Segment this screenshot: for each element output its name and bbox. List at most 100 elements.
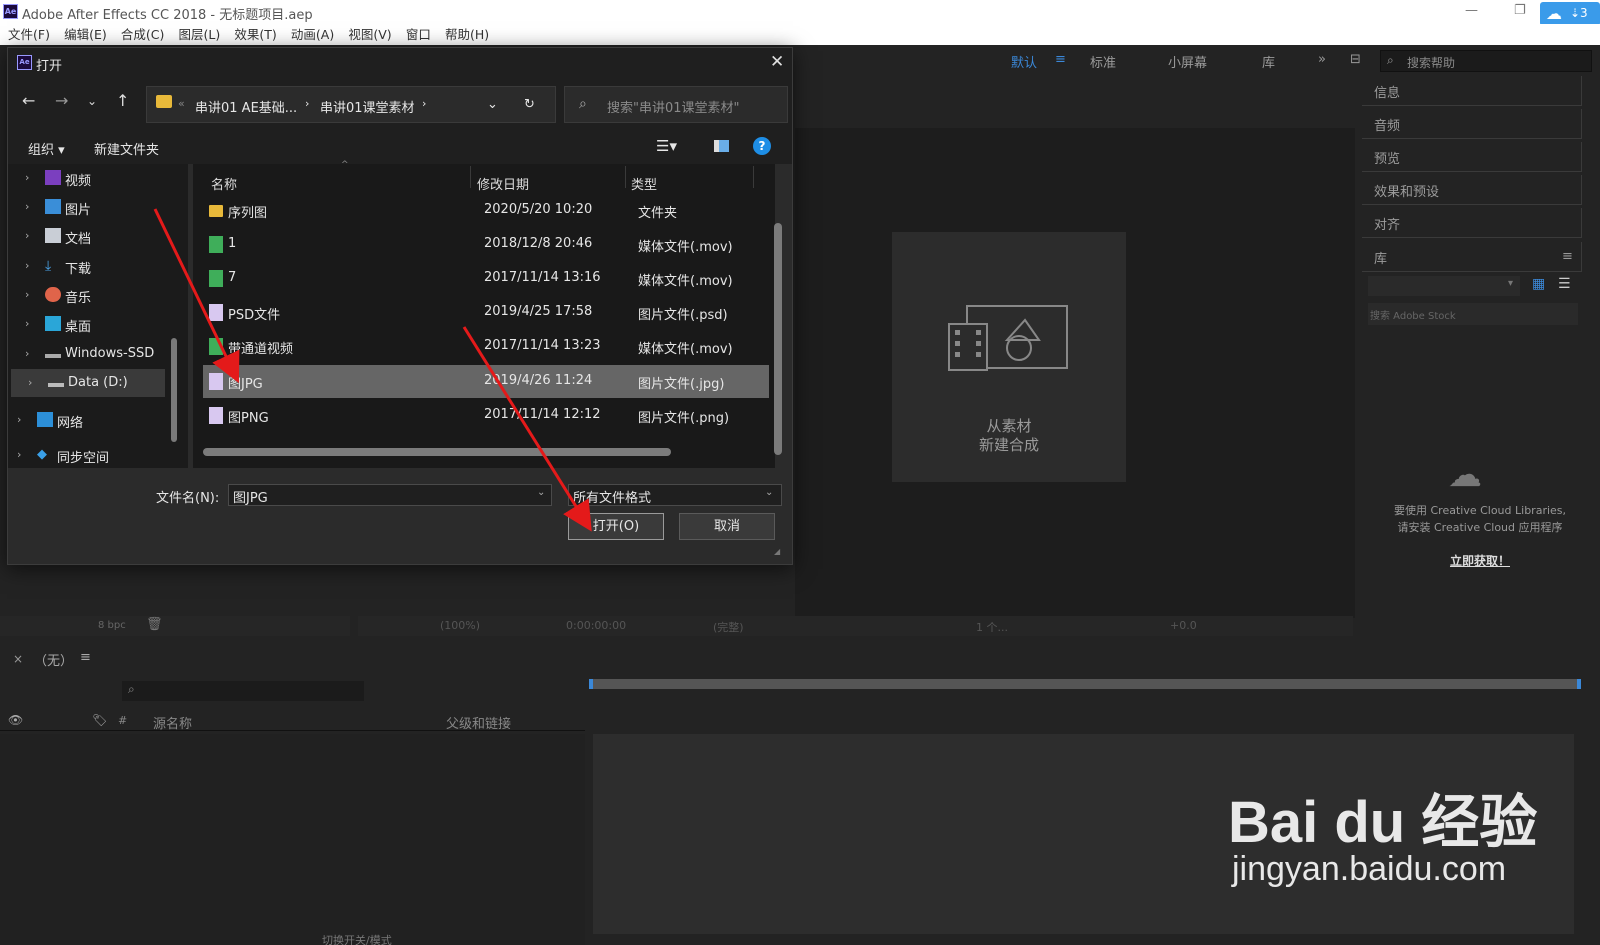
new-folder-button[interactable]: 新建文件夹 (94, 139, 159, 158)
timeline-close-icon[interactable]: × (13, 652, 23, 666)
nav-item-downloads[interactable]: › ⤓ 下载 (8, 252, 178, 280)
chevron-right-icon[interactable]: › (25, 229, 29, 242)
workspace-standard[interactable]: 标准 (1090, 52, 1116, 71)
nav-item-sync-space[interactable]: › ◆ 同步空间 (0, 441, 170, 465)
nav-item-pictures[interactable]: › 图片 (8, 193, 178, 221)
chevron-right-icon[interactable]: › (25, 347, 29, 360)
nav-item-desktop[interactable]: › 桌面 (8, 310, 178, 338)
new-comp-from-footage[interactable]: 从素材 新建合成 (892, 232, 1126, 482)
chevron-right-icon[interactable]: › (17, 413, 21, 426)
menu-layer[interactable]: 图层(L) (179, 24, 221, 45)
grid-view-icon[interactable]: ▦ (1532, 276, 1545, 292)
workspace-small-screen[interactable]: 小屏幕 (1168, 52, 1207, 71)
help-search-input[interactable]: ⌕ 搜索帮助 (1380, 50, 1592, 72)
view-count-dropdown[interactable]: 1 个... (976, 619, 1008, 635)
breadcrumb-separator-icon[interactable]: › (422, 97, 426, 110)
work-area-bar[interactable] (589, 679, 1581, 689)
workspace-default[interactable]: 默认 (1011, 52, 1037, 71)
menu-edit[interactable]: 编辑(E) (64, 24, 107, 45)
menu-help[interactable]: 帮助(H) (445, 24, 489, 45)
trash-icon[interactable]: 🗑 (146, 617, 163, 632)
file-row-alpha-video[interactable]: 带通道视频 2017/11/14 13:23 媒体文件(.mov) (203, 330, 769, 363)
library-select[interactable]: ▾ (1368, 276, 1520, 296)
menu-animation[interactable]: 动画(A) (291, 24, 334, 45)
file-row-sequence[interactable]: 序列图 2020/5/20 10:20 文件夹 (203, 194, 769, 227)
nav-item-data-d[interactable]: › Data (D:) (11, 369, 165, 397)
address-dropdown-icon[interactable]: ⌄ (487, 97, 498, 112)
cc-get-now-link[interactable]: 立即获取！ (1380, 552, 1580, 569)
breadcrumb-item-2[interactable]: 串讲01课堂素材 (320, 97, 415, 116)
menu-window[interactable]: 窗口 (406, 24, 431, 45)
panel-libraries[interactable]: 库 (1362, 242, 1582, 272)
menu-file[interactable]: 文件(F) (8, 24, 50, 45)
column-divider[interactable] (470, 166, 471, 188)
creative-cloud-button[interactable]: ☁ ⇣3 (1540, 2, 1600, 26)
menu-composition[interactable]: 合成(C) (121, 24, 164, 45)
visibility-eye-icon[interactable]: 👁 (8, 713, 23, 727)
close-icon[interactable]: ✕ (770, 52, 784, 72)
panel-info[interactable]: 信息 (1362, 76, 1582, 106)
workspace-overflow-icon[interactable]: » (1318, 52, 1326, 67)
file-row-psd[interactable]: PSD文件 2019/4/25 17:58 图片文件(.psd) (203, 296, 769, 329)
chevron-down-icon[interactable]: ⌄ (537, 487, 545, 498)
nav-item-windows-ssd[interactable]: › Windows-SSD (8, 340, 178, 368)
list-view-icon[interactable]: ☰ (1558, 276, 1571, 292)
file-row-7[interactable]: 7 2017/11/14 13:16 媒体文件(.mov) (203, 262, 769, 295)
chevron-right-icon[interactable]: › (28, 376, 32, 389)
chevron-right-icon[interactable]: › (25, 171, 29, 184)
view-mode-icon[interactable]: ☰▾ (656, 137, 677, 155)
menu-view[interactable]: 视图(V) (348, 24, 391, 45)
nav-item-documents[interactable]: › 文档 (8, 222, 178, 250)
help-icon[interactable]: ? (753, 137, 771, 155)
open-button[interactable]: 打开(O) (568, 513, 664, 540)
up-arrow-icon[interactable]: ↑ (116, 91, 129, 110)
chevron-right-icon[interactable]: › (17, 448, 21, 461)
nav-pane-scrollbar[interactable] (171, 338, 177, 442)
file-row-png[interactable]: 图PNG 2017/11/14 12:12 图片文件(.png) (203, 399, 769, 432)
chevron-right-icon[interactable]: › (25, 317, 29, 330)
timeline-search-input[interactable]: ⌕ (122, 681, 364, 701)
recent-locations-icon[interactable]: ⌄ (87, 94, 97, 108)
column-modified-date[interactable]: 修改日期 (477, 174, 529, 193)
breadcrumb-item-1[interactable]: 串讲01 AE基础... (195, 97, 297, 116)
toggle-switches-modes[interactable]: 切换开关/模式 (322, 932, 392, 945)
preview-pane-icon[interactable] (714, 140, 729, 152)
adobe-stock-search[interactable]: 搜索 Adobe Stock (1368, 303, 1578, 325)
file-row-1[interactable]: 1 2018/12/8 20:46 媒体文件(.mov) (203, 228, 769, 261)
address-bar[interactable]: « 串讲01 AE基础... › 串讲01课堂素材 › ⌄ ↻ (146, 86, 556, 123)
panel-align[interactable]: 对齐 (1362, 208, 1582, 238)
refresh-icon[interactable]: ↻ (524, 97, 535, 112)
panel-preview[interactable]: 预览 (1362, 142, 1582, 172)
library-menu-icon[interactable]: ≡ (1562, 249, 1573, 264)
exposure-value[interactable]: +0.0 (1170, 619, 1197, 632)
source-name-header[interactable]: 源名称 (153, 713, 192, 732)
chevron-right-icon[interactable]: › (25, 200, 29, 213)
column-type[interactable]: 类型 (631, 174, 657, 193)
restore-icon[interactable]: ❐ (1514, 3, 1526, 18)
organize-menu[interactable]: 组织 ▾ (28, 139, 65, 158)
nav-item-network[interactable]: › 网络 (0, 406, 170, 434)
panel-effects-presets[interactable]: 效果和预设 (1362, 175, 1582, 205)
file-list-vertical-scrollbar[interactable] (774, 223, 782, 455)
back-arrow-icon[interactable]: ← (22, 91, 35, 110)
filename-input[interactable]: 图JPG ⌄ (228, 484, 552, 506)
dialog-search-input[interactable]: ⌕ 搜索"串讲01课堂素材" (564, 86, 788, 123)
forward-arrow-icon[interactable]: → (55, 91, 68, 110)
menu-effect[interactable]: 效果(T) (234, 24, 276, 45)
file-row-jpg-selected[interactable]: 图JPG 2019/4/26 11:24 图片文件(.jpg) (203, 365, 769, 398)
timeline-menu-icon[interactable]: ≡ (80, 650, 91, 665)
cancel-button[interactable]: 取消 (679, 513, 775, 540)
chevron-right-icon[interactable]: › (25, 259, 29, 272)
minimize-icon[interactable]: — (1465, 3, 1478, 18)
workspace-library[interactable]: 库 (1262, 52, 1275, 71)
panel-audio[interactable]: 音频 (1362, 109, 1582, 139)
nav-item-videos[interactable]: › 视频 (8, 164, 178, 192)
resolution-dropdown[interactable]: (完整) (713, 619, 744, 635)
workspace-edit-icon[interactable]: ⊟ (1350, 52, 1361, 67)
resize-grip-icon[interactable]: ◢ (774, 547, 780, 556)
filetype-select[interactable]: 所有文件格式 ⌄ (568, 484, 782, 506)
column-divider[interactable] (753, 166, 754, 188)
breadcrumb-overflow-icon[interactable]: « (178, 97, 185, 110)
workspace-menu-icon[interactable]: ≡ (1055, 52, 1066, 67)
zoom-dropdown[interactable]: (100%) (440, 619, 480, 632)
